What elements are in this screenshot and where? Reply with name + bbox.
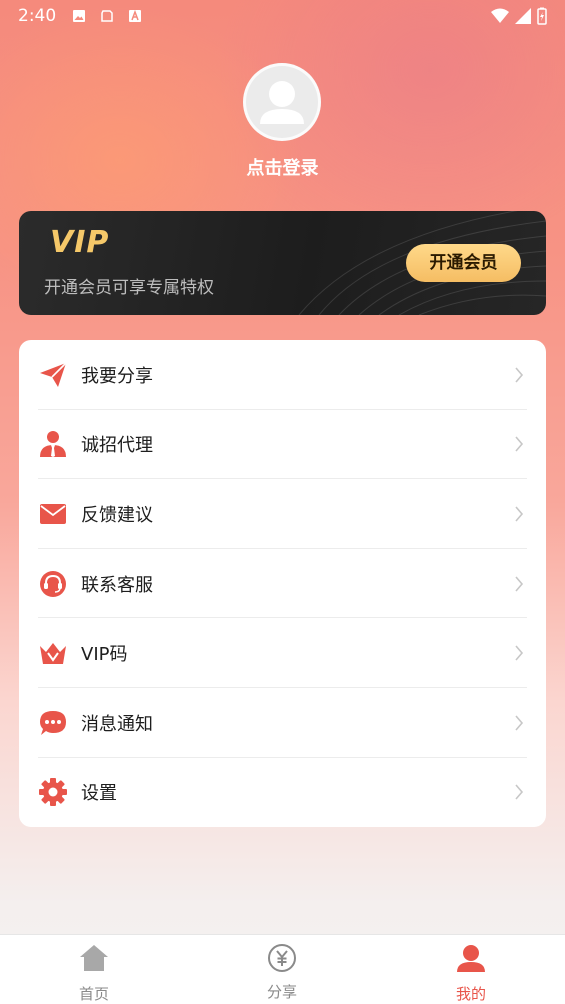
chevron-right-icon xyxy=(515,576,524,592)
open-membership-button[interactable]: 开通会员 xyxy=(406,244,521,282)
menu-item-customer-service[interactable]: 联系客服 xyxy=(19,549,546,619)
login-link[interactable]: 点击登录 xyxy=(0,154,565,180)
menu-item-notifications[interactable]: 消息通知 xyxy=(19,688,546,758)
tab-home[interactable]: 首页 xyxy=(34,935,154,1004)
tab-mine[interactable]: 我的 xyxy=(411,935,531,1004)
font-notification-icon xyxy=(129,9,142,22)
menu-list: 我要分享 诚招代理 反馈建议 联系客服 VIP码 消息通知 设置 xyxy=(19,340,546,827)
chevron-right-icon xyxy=(515,367,524,383)
cell-signal-icon xyxy=(515,8,531,24)
vip-logo: VIP xyxy=(50,225,110,260)
yen-coin-icon xyxy=(268,944,296,972)
image-notification-icon xyxy=(73,10,86,22)
status-right-icons xyxy=(491,7,547,25)
agent-person-icon xyxy=(40,431,66,458)
headset-icon xyxy=(40,570,66,597)
chevron-right-icon xyxy=(515,436,524,452)
wifi-icon xyxy=(491,8,509,23)
menu-item-settings[interactable]: 设置 xyxy=(19,758,546,828)
crown-icon xyxy=(40,643,66,665)
tab-label: 首页 xyxy=(78,985,109,1003)
clipboard-notification-icon xyxy=(101,10,113,22)
paper-plane-icon xyxy=(40,362,67,387)
chevron-right-icon xyxy=(515,506,524,522)
avatar[interactable] xyxy=(243,63,321,141)
menu-item-vip-code[interactable]: VIP码 xyxy=(19,618,546,688)
menu-item-label: 反馈建议 xyxy=(81,504,153,526)
menu-item-feedback[interactable]: 反馈建议 xyxy=(19,479,546,549)
chevron-right-icon xyxy=(515,715,524,731)
menu-item-label: VIP码 xyxy=(81,644,128,666)
menu-item-agent[interactable]: 诚招代理 xyxy=(19,410,546,480)
user-placeholder-icon xyxy=(260,81,304,124)
bottom-tab-bar: 首页 分享 我的 xyxy=(0,934,565,1004)
chevron-right-icon xyxy=(515,784,524,800)
tab-share[interactable]: 分享 xyxy=(222,935,342,1004)
menu-item-label: 消息通知 xyxy=(81,713,153,735)
user-icon xyxy=(457,945,485,972)
mail-icon xyxy=(40,503,66,524)
menu-item-label: 联系客服 xyxy=(81,574,153,596)
status-bar: 2:40 xyxy=(0,0,565,32)
vip-subtitle: 开通会员可享专属特权 xyxy=(44,278,214,298)
battery-icon xyxy=(537,7,547,25)
home-icon xyxy=(80,945,108,971)
chevron-right-icon xyxy=(515,645,524,661)
gear-icon xyxy=(39,778,67,807)
menu-item-label: 我要分享 xyxy=(81,365,153,387)
chat-bubble-icon xyxy=(40,710,66,735)
tab-label: 我的 xyxy=(455,985,486,1003)
tab-label: 分享 xyxy=(266,983,297,1001)
menu-item-share[interactable]: 我要分享 xyxy=(19,340,546,410)
menu-item-label: 诚招代理 xyxy=(81,435,153,457)
status-time: 2:40 xyxy=(18,6,57,26)
menu-item-label: 设置 xyxy=(81,783,117,805)
